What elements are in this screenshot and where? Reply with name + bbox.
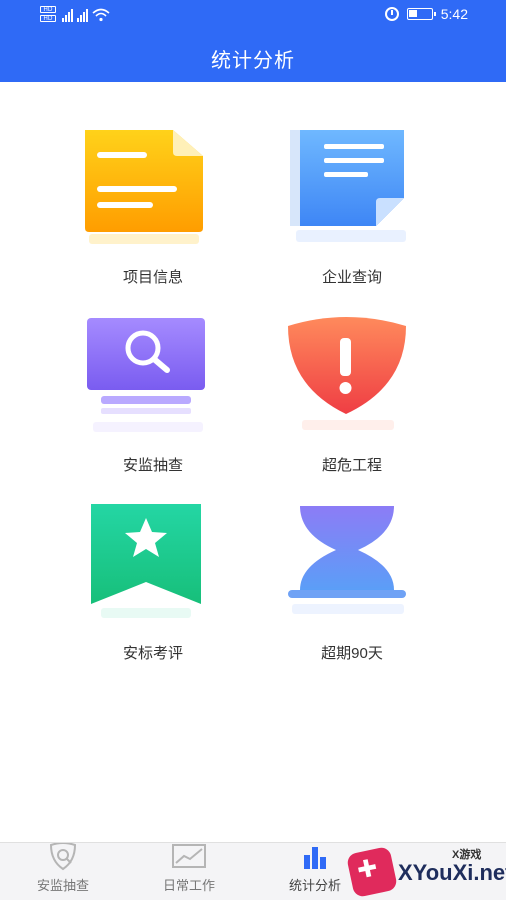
grid-item-label: 企业查询 bbox=[321, 269, 382, 286]
tab-label: 安监抽查 bbox=[36, 878, 89, 893]
grid-item-label: 项目信息 bbox=[122, 269, 183, 286]
star-badge-icon bbox=[83, 504, 223, 624]
status-bar: HD HD 5:42 bbox=[0, 0, 506, 30]
grid-item-label: 安标考评 bbox=[122, 645, 183, 662]
hd-icon: HD HD bbox=[40, 6, 58, 24]
page-title: 统计分析 bbox=[211, 50, 295, 72]
hourglass-icon bbox=[282, 504, 422, 624]
cell-signal-icon bbox=[62, 8, 73, 22]
inspect-icon bbox=[49, 843, 77, 871]
chart-line-icon bbox=[172, 844, 206, 868]
warning-shield-icon bbox=[282, 316, 422, 436]
wifi-icon bbox=[92, 8, 110, 22]
grid-item-enterprise-query[interactable]: 企业查询 bbox=[282, 128, 422, 287]
tab-label: 统计分析 bbox=[288, 878, 341, 893]
watermark-brand: XYouXi.net bbox=[398, 860, 506, 885]
bar-chart-icon bbox=[304, 847, 326, 869]
grid-item-label: 超期90天 bbox=[321, 645, 383, 662]
grid-item-project-info[interactable]: 项目信息 bbox=[83, 128, 223, 287]
signal-indicators: HD HD bbox=[40, 6, 110, 24]
grid-item-overdue-90-days[interactable]: 超期90天 bbox=[282, 504, 422, 663]
grid-item-safety-inspection[interactable]: 安监抽查 bbox=[83, 316, 223, 475]
grid-item-label: 安监抽查 bbox=[122, 457, 183, 474]
grid-item-dangerous-project[interactable]: 超危工程 bbox=[282, 316, 422, 475]
top-bar: HD HD 5:42 统计分析 bbox=[0, 0, 506, 82]
watermark: X游戏 XYouXi.net bbox=[340, 842, 506, 900]
gamepad-logo-icon bbox=[345, 845, 399, 899]
tab-safety-inspection[interactable]: 安监抽查 bbox=[0, 843, 126, 900]
status-right: 5:42 bbox=[384, 6, 468, 22]
cell-signal-icon bbox=[77, 8, 88, 22]
grid-item-label: 超危工程 bbox=[321, 457, 382, 474]
status-time: 5:42 bbox=[440, 6, 468, 22]
document-folder-icon bbox=[83, 128, 223, 248]
tab-label: 日常工作 bbox=[162, 878, 215, 893]
grid-item-safety-standard[interactable]: 安标考评 bbox=[83, 504, 223, 663]
tab-daily-work[interactable]: 日常工作 bbox=[126, 843, 252, 900]
alarm-icon bbox=[384, 7, 399, 21]
battery-icon bbox=[406, 8, 436, 20]
search-monitor-icon bbox=[83, 316, 223, 436]
document-icon bbox=[282, 128, 422, 248]
